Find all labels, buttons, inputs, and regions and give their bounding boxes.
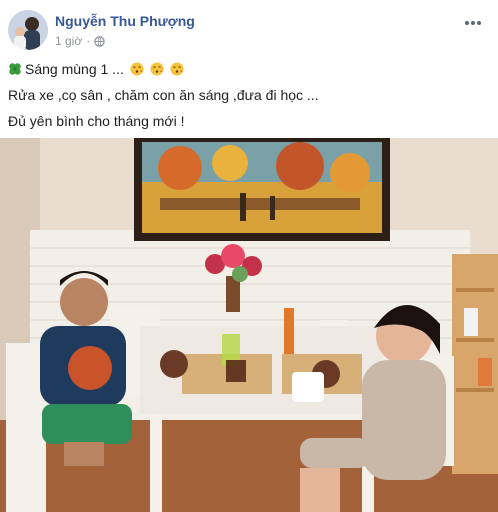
- post-line-1: Sáng mùng 1 ...: [8, 60, 490, 79]
- photo-illustration: [0, 138, 498, 512]
- more-options-icon[interactable]: [464, 12, 486, 28]
- facebook-post: Nguyễn Thu Phượng 1 giờ · Sáng mùng 1 ..…: [0, 0, 498, 512]
- globe-icon[interactable]: [94, 35, 105, 47]
- post-line-3: Đủ yên bình cho tháng mới !: [8, 113, 185, 129]
- author-name[interactable]: Nguyễn Thu Phượng: [55, 13, 195, 29]
- avatar-image: [8, 10, 48, 50]
- post-text: Sáng mùng 1 ... Rửa xe ,cọ sân , chăm co…: [8, 60, 490, 138]
- four-leaf-clover-icon: [9, 63, 21, 75]
- kissing-face-icon: [150, 62, 164, 76]
- kissing-face-icon: [170, 62, 184, 76]
- post-photo[interactable]: [0, 138, 498, 512]
- post-line-2: Rửa xe ,cọ sân , chăm con ăn sáng ,đưa đ…: [8, 87, 319, 103]
- post-header: Nguyễn Thu Phượng 1 giờ ·: [8, 10, 490, 54]
- post-meta: 1 giờ ·: [55, 34, 105, 48]
- post-time[interactable]: 1 giờ: [55, 34, 82, 48]
- post-line-1-text: Sáng mùng 1 ...: [25, 61, 124, 77]
- kissing-face-icon: [130, 62, 144, 76]
- author-avatar[interactable]: [8, 10, 48, 50]
- boy: [60, 278, 108, 326]
